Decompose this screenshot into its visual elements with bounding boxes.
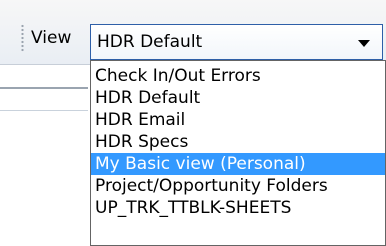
option-check-in-out-errors[interactable]: Check In/Out Errors — [91, 65, 385, 87]
chevron-down-icon[interactable] — [358, 40, 370, 47]
view-dropdown-list: Check In/Out Errors HDR Default HDR Emai… — [90, 60, 386, 246]
view-label: View — [31, 28, 72, 48]
option-hdr-specs[interactable]: HDR Specs — [91, 131, 385, 153]
divider — [0, 110, 88, 111]
toolbar-grip-icon[interactable] — [21, 24, 24, 52]
option-hdr-email[interactable]: HDR Email — [91, 109, 385, 131]
view-select-value: HDR Default — [97, 32, 203, 52]
option-project-opportunity-folders[interactable]: Project/Opportunity Folders — [91, 175, 385, 197]
option-my-basic-view-personal[interactable]: My Basic view (Personal) — [91, 153, 385, 175]
divider — [0, 87, 88, 89]
option-up-trk-ttblk-sheets[interactable]: UP_TRK_TTBLK-SHEETS — [91, 197, 385, 219]
view-select[interactable]: HDR Default — [90, 24, 383, 60]
option-hdr-default[interactable]: HDR Default — [91, 87, 385, 109]
